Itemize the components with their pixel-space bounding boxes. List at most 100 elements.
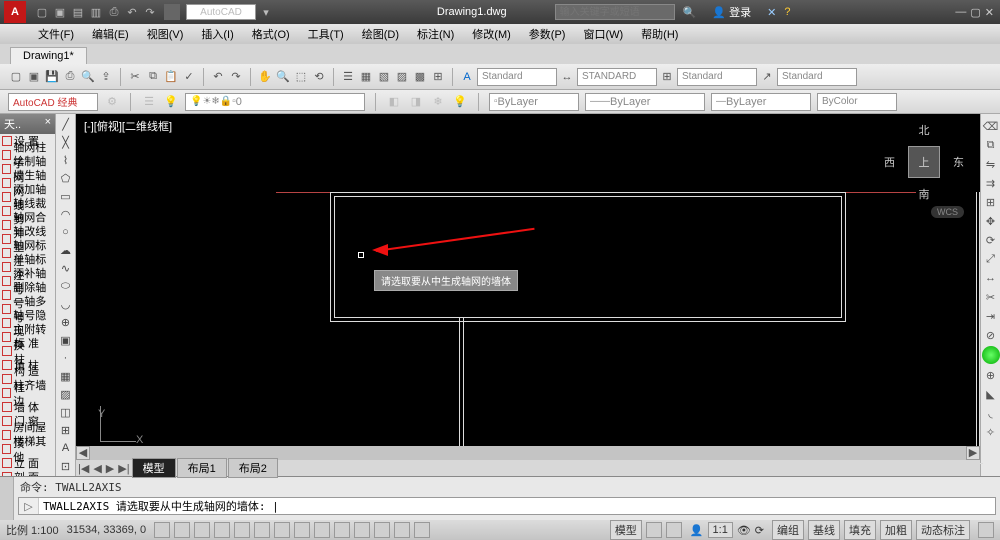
palette-item[interactable]: 柱齐墙边 — [0, 386, 55, 400]
menu-item[interactable]: 编辑(E) — [84, 24, 137, 44]
tab-nav-first-icon[interactable]: |◀ — [76, 462, 91, 475]
tab-nav-last-icon[interactable]: ▶| — [116, 462, 131, 475]
menu-item[interactable]: 文件(F) — [30, 24, 82, 44]
textstyle-dropdown[interactable]: Standard — [477, 68, 557, 86]
trim-icon[interactable]: ✂ — [983, 289, 999, 305]
snap-toggle-icon[interactable] — [154, 522, 170, 538]
3dosnap-toggle-icon[interactable] — [254, 522, 270, 538]
layer-uniso-icon[interactable]: ◨ — [408, 94, 424, 110]
paste-icon[interactable]: 📋 — [163, 69, 179, 85]
sheet-set-icon[interactable]: ▨ — [394, 69, 410, 85]
quickview-layouts-icon[interactable] — [646, 522, 662, 538]
line-icon[interactable]: ╱ — [58, 116, 74, 132]
gear-icon[interactable]: ⚙ — [104, 94, 120, 110]
dimstyle-dropdown[interactable]: STANDARD — [577, 68, 657, 86]
dimstyle-icon[interactable]: ↔ — [559, 69, 575, 85]
status-toggle[interactable]: 编组 — [772, 520, 804, 540]
anno-scale-icon[interactable]: 👤 — [690, 524, 704, 537]
command-chevron-icon[interactable]: ▷ — [19, 498, 39, 514]
ducs-toggle-icon[interactable] — [294, 522, 310, 538]
spline-icon[interactable]: ∿ — [58, 260, 74, 276]
command-input[interactable] — [39, 500, 995, 513]
status-toggle[interactable]: 加粗 — [880, 520, 912, 540]
linetype-dropdown[interactable]: —— ByLayer — [585, 93, 705, 111]
status-toggle[interactable]: 基线 — [808, 520, 840, 540]
file-tab[interactable]: Drawing1* — [10, 47, 87, 64]
anno-vis-icon[interactable]: 👁 — [737, 524, 751, 537]
new-icon[interactable]: ▢ — [34, 4, 50, 20]
polar-toggle-icon[interactable] — [214, 522, 230, 538]
zoom-icon[interactable]: 🔍 — [275, 69, 291, 85]
menu-item[interactable]: 工具(T) — [300, 24, 352, 44]
ortho-toggle-icon[interactable] — [194, 522, 210, 538]
preview-icon[interactable]: 🔍 — [80, 69, 96, 85]
menu-item[interactable]: 参数(P) — [521, 24, 574, 44]
point-icon[interactable]: · — [58, 350, 74, 366]
textstyle-icon[interactable]: A — [459, 69, 475, 85]
workspace-dropdown[interactable]: AutoCAD — [186, 4, 256, 20]
stretch-icon[interactable]: ↔ — [983, 270, 999, 286]
close-icon[interactable]: ✕ — [985, 6, 994, 19]
calc-icon[interactable]: ⊞ — [430, 69, 446, 85]
drawing-canvas[interactable]: [-][俯视][二维线框] 请选取要从中生成轴网的墙体 北 南 西 东 上 WC… — [76, 114, 980, 476]
pline-icon[interactable]: ⌇ — [58, 152, 74, 168]
help-icon[interactable]: ? — [784, 6, 790, 18]
search-input[interactable] — [555, 4, 675, 20]
xline-icon[interactable]: ╳ — [58, 134, 74, 150]
array-icon[interactable]: ⊞ — [983, 194, 999, 210]
tab-nav-next-icon[interactable]: ▶ — [104, 462, 116, 475]
search-icon[interactable]: 🔍 — [683, 6, 697, 19]
print-icon[interactable]: ⎙ — [62, 69, 78, 85]
viewport-label[interactable]: [-][俯视][二维线框] — [84, 118, 172, 134]
redo-icon[interactable]: ↷ — [142, 4, 158, 20]
close-icon[interactable]: × — [45, 116, 51, 132]
menu-item[interactable]: 修改(M) — [464, 24, 519, 44]
status-toggle[interactable]: 动态标注 — [916, 520, 970, 540]
scroll-left-icon[interactable]: ◀ — [76, 446, 90, 460]
revcloud-icon[interactable]: ☁ — [58, 242, 74, 258]
anno-scale-dropdown[interactable]: 1:1 — [708, 522, 733, 538]
workspace-selector[interactable]: AutoCAD 经典 — [8, 93, 98, 111]
menu-item[interactable]: 视图(V) — [139, 24, 192, 44]
osnap-toggle-icon[interactable] — [234, 522, 250, 538]
pan-icon[interactable]: ✋ — [257, 69, 273, 85]
command-line[interactable]: ▷ — [18, 497, 996, 515]
menu-item[interactable]: 格式(O) — [244, 24, 298, 44]
otrack-toggle-icon[interactable] — [274, 522, 290, 538]
grid-toggle-icon[interactable] — [174, 522, 190, 538]
mtext-icon[interactable]: A — [58, 440, 74, 456]
maximize-icon[interactable]: ▢ — [970, 6, 980, 19]
publish-icon[interactable]: ⇪ — [98, 69, 114, 85]
layer-iso-icon[interactable]: ◧ — [386, 94, 402, 110]
viewcube-west[interactable]: 西 — [884, 154, 895, 170]
comm-center-icon[interactable] — [982, 346, 1000, 364]
insert-icon[interactable]: ⊕ — [58, 314, 74, 330]
hatch-icon[interactable]: ▦ — [58, 368, 74, 384]
designcenter-icon[interactable]: ▦ — [358, 69, 374, 85]
menu-item[interactable]: 标注(N) — [409, 24, 462, 44]
tab-layout2[interactable]: 布局2 — [228, 458, 278, 478]
plot-icon[interactable]: ⎙ — [106, 4, 122, 20]
copy-icon[interactable]: ⧉ — [145, 69, 161, 85]
viewcube-top[interactable]: 上 — [908, 146, 940, 178]
erase-icon[interactable]: ⌫ — [983, 118, 999, 134]
am-toggle-icon[interactable] — [414, 522, 430, 538]
color-dropdown[interactable]: ▫ ByLayer — [489, 93, 579, 111]
redo-icon[interactable]: ↷ — [228, 69, 244, 85]
polygon-icon[interactable]: ⬠ — [58, 170, 74, 186]
viewcube-north[interactable]: 北 — [919, 122, 930, 138]
scale-display[interactable]: 比例 1:100 — [6, 522, 59, 538]
lineweight-dropdown[interactable]: — ByLayer — [711, 93, 811, 111]
chevron-down-icon[interactable]: ▾ — [258, 4, 274, 20]
layer-freeze-icon[interactable]: ❄ — [430, 94, 446, 110]
palette-item[interactable]: 楼梯其他 — [0, 442, 55, 456]
menu-item[interactable]: 窗口(W) — [575, 24, 631, 44]
saveas-icon[interactable]: ▥ — [88, 4, 104, 20]
new-icon[interactable]: ▢ — [8, 69, 24, 85]
mleaderstyle-icon[interactable]: ↗ — [759, 69, 775, 85]
mirror-icon[interactable]: ⇋ — [983, 156, 999, 172]
scroll-right-icon[interactable]: ▶ — [966, 446, 980, 460]
properties-icon[interactable]: ☰ — [340, 69, 356, 85]
sc-toggle-icon[interactable] — [394, 522, 410, 538]
minimize-icon[interactable]: — — [955, 6, 966, 19]
